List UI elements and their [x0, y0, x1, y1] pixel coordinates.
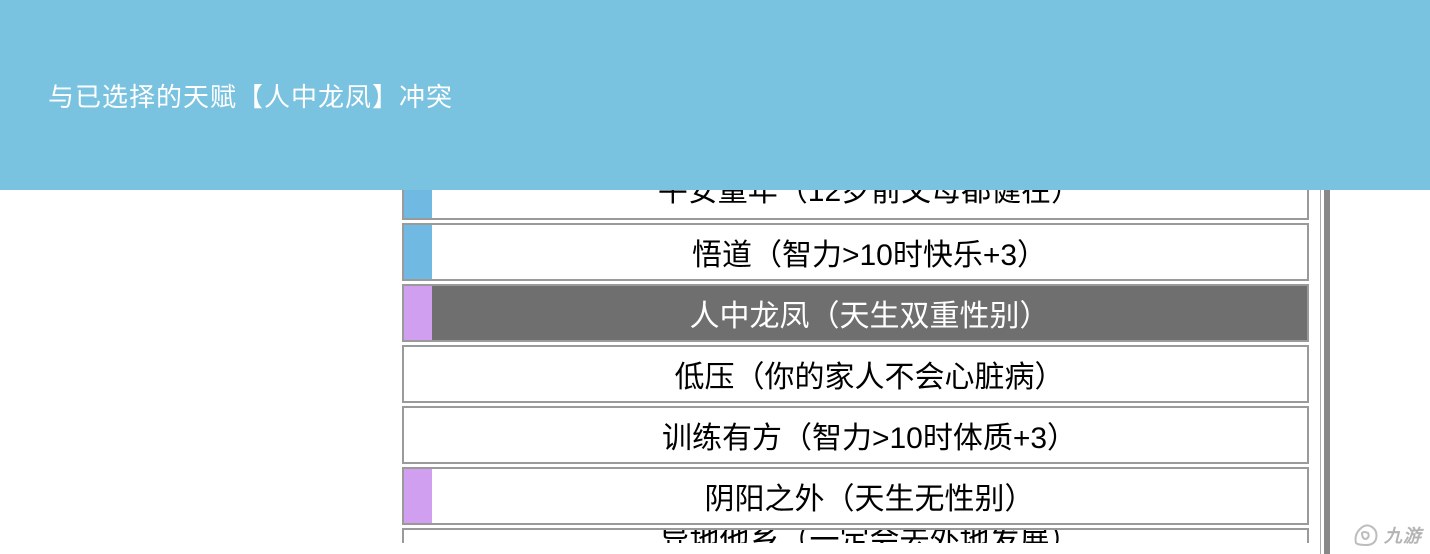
- talent-row[interactable]: 平安童年（12岁前父母都健在）: [402, 190, 1309, 220]
- talent-row[interactable]: 低压（你的家人不会心脏病）: [402, 345, 1309, 403]
- talent-label: 平安童年（12岁前父母都健在）: [432, 190, 1307, 210]
- watermark: 九游: [1352, 522, 1422, 548]
- talent-list: 平安童年（12岁前父母都健在） 悟道（智力>10时快乐+3） 人中龙凤（天生双重…: [402, 192, 1309, 543]
- content-area: 平安童年（12岁前父母都健在） 悟道（智力>10时快乐+3） 人中龙凤（天生双重…: [0, 190, 1430, 543]
- watermark-text: 九游: [1384, 522, 1422, 548]
- talent-label: 人中龙凤（天生双重性别）: [432, 291, 1307, 335]
- rarity-swatch-blue: [404, 190, 432, 218]
- rarity-swatch-purple: [404, 286, 432, 340]
- rarity-swatch-none: [404, 408, 432, 462]
- rarity-swatch-none: [404, 347, 432, 401]
- talent-label: 悟道（智力>10时快乐+3）: [432, 230, 1307, 274]
- talent-row-selected[interactable]: 人中龙凤（天生双重性别）: [402, 284, 1309, 342]
- talent-label: 低压（你的家人不会心脏病）: [432, 352, 1307, 396]
- page-edge: [1324, 190, 1330, 554]
- page-edge-inner: [1320, 190, 1321, 554]
- conflict-banner: 与已选择的天赋【人中龙凤】冲突: [0, 0, 1430, 190]
- talent-row[interactable]: 悟道（智力>10时快乐+3）: [402, 223, 1309, 281]
- conflict-message: 与已选择的天赋【人中龙凤】冲突: [48, 77, 453, 114]
- rarity-swatch-blue: [404, 225, 432, 279]
- rarity-swatch-none: [404, 530, 432, 543]
- rarity-swatch-purple: [404, 469, 432, 523]
- talent-row[interactable]: 阴阳之外（天生无性别）: [402, 467, 1309, 525]
- talent-label: 异地他乡（一定会去外地发展）: [432, 528, 1307, 543]
- talent-row[interactable]: 异地他乡（一定会去外地发展）: [402, 528, 1309, 543]
- talent-row[interactable]: 训练有方（智力>10时体质+3）: [402, 406, 1309, 464]
- talent-label: 训练有方（智力>10时体质+3）: [432, 413, 1307, 457]
- watermark-logo-icon: [1352, 523, 1380, 547]
- talent-label: 阴阳之外（天生无性别）: [432, 474, 1307, 518]
